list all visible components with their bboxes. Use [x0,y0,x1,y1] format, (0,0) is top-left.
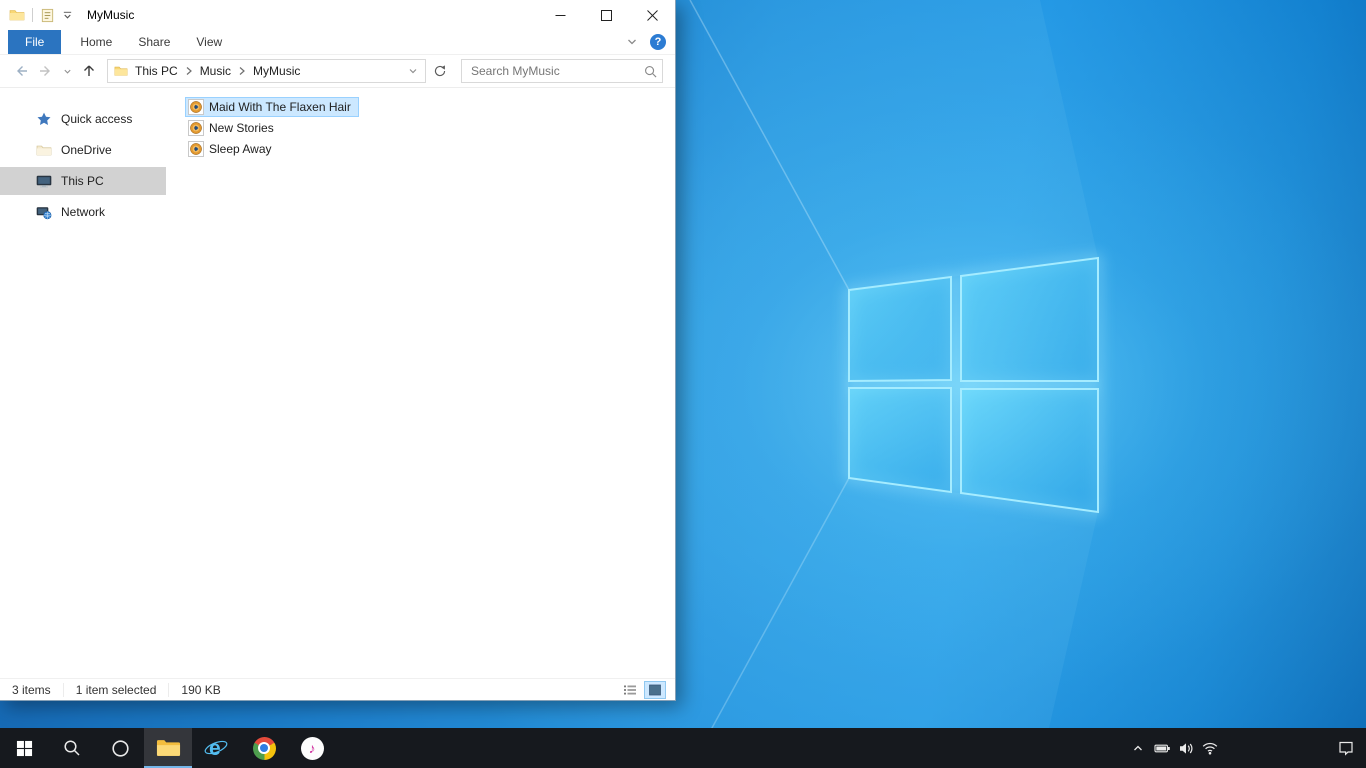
customize-quick-access-chevron-icon[interactable] [62,10,73,21]
ribbon-tab-strip: File Home Share View ? [0,30,675,55]
cortana-circle-icon [111,739,129,757]
window-title: MyMusic [87,8,135,22]
taskbar-search-button[interactable] [48,728,96,768]
quick-access-star-icon [36,111,52,127]
tray-spacer [1222,728,1334,768]
system-tray [1126,728,1366,768]
search-box [461,59,663,83]
sidebar-item-quick-access[interactable]: Quick access [0,105,166,133]
itunes-icon: ♪ [300,736,324,760]
sidebar-item-label: This PC [61,174,104,188]
battery-icon[interactable] [1150,728,1174,768]
file-item-maid-with-the-flaxen-hair[interactable]: Maid With The Flaxen Hair [185,96,675,117]
titlebar[interactable]: MyMusic [0,0,675,30]
explorer-window-icon [9,7,25,23]
search-icon[interactable] [638,65,662,78]
recent-locations-chevron-icon[interactable] [60,60,75,82]
file-name: Maid With The Flaxen Hair [209,99,351,114]
this-pc-icon [36,173,52,189]
sidebar-item-this-pc[interactable]: This PC [0,167,166,195]
forward-button[interactable] [35,60,57,82]
selection-size: 190 KB [168,682,232,697]
navigation-pane: Quick access OneDrive This PC Network [0,88,166,678]
file-name: Sleep Away [209,141,272,156]
tab-view[interactable]: View [183,30,235,54]
file-item-sleep-away[interactable]: Sleep Away [185,138,675,159]
file-explorer-window: MyMusic File Home Share View ? This PC M… [0,0,676,701]
properties-icon[interactable] [40,8,55,23]
tab-file[interactable]: File [8,30,62,54]
maximize-button[interactable] [583,0,629,30]
sidebar-item-label: Network [61,205,106,219]
cortana-button[interactable] [96,728,144,768]
search-input[interactable] [462,64,638,78]
windows-logo-icon [16,740,32,756]
caption-buttons [537,0,675,30]
breadcrumb-segment-mymusic[interactable]: MyMusic [248,64,305,78]
music-file-icon [188,140,204,157]
breadcrumb-chevron-icon [186,67,192,75]
address-bar[interactable]: This PC Music MyMusic [107,59,426,83]
wifi-icon[interactable] [1198,728,1222,768]
network-icon [36,204,52,220]
expand-ribbon-chevron-icon[interactable] [626,36,638,48]
sidebar-item-onedrive[interactable]: OneDrive [0,136,166,164]
window-body: Quick access OneDrive This PC Network Ma… [0,88,675,678]
svg-text:e: e [209,737,221,760]
toolbar-separator [32,8,33,22]
back-button[interactable] [10,60,32,82]
file-list[interactable]: Maid With The Flaxen Hair New Stories Sl… [166,88,675,678]
internet-explorer-button[interactable]: e [192,728,240,768]
address-dropdown-chevron-icon[interactable] [404,66,422,76]
music-file-icon [188,98,204,115]
chrome-icon [252,736,276,760]
breadcrumb-segment-music[interactable]: Music [195,64,236,78]
taskbar: e ♪ [0,728,1366,768]
status-bar: 3 items 1 item selected 190 KB [0,678,675,700]
address-folder-icon [114,64,128,78]
quick-access-toolbar [0,7,73,23]
itunes-button[interactable]: ♪ [288,728,336,768]
sidebar-item-network[interactable]: Network [0,198,166,226]
hidden-icons-chevron-icon[interactable] [1126,728,1150,768]
minimize-button[interactable] [537,0,583,30]
help-icon[interactable]: ? [650,34,666,50]
large-icons-view-button[interactable] [644,680,666,699]
action-center-icon[interactable] [1334,728,1358,768]
sidebar-item-label: OneDrive [61,143,112,157]
taskbar-file-explorer-button[interactable] [144,728,192,768]
up-button[interactable] [78,60,100,82]
refresh-icon[interactable] [429,60,451,82]
sidebar-item-label: Quick access [61,112,133,126]
file-item-new-stories[interactable]: New Stories [185,117,675,138]
item-count: 3 items [12,682,51,697]
tab-share[interactable]: Share [125,30,183,54]
breadcrumb-chevron-icon [239,67,245,75]
close-button[interactable] [629,0,675,30]
navigation-bar: This PC Music MyMusic [0,55,675,88]
file-name: New Stories [209,120,274,135]
search-icon [64,740,80,756]
breadcrumb-segment-this-pc[interactable]: This PC [130,64,183,78]
music-file-icon [188,119,204,136]
file-explorer-folder-icon [156,740,180,756]
chrome-button[interactable] [240,728,288,768]
start-button[interactable] [0,728,48,768]
details-view-button[interactable] [619,681,641,699]
volume-icon[interactable] [1174,728,1198,768]
tab-home[interactable]: Home [67,30,125,54]
onedrive-icon [36,142,52,158]
internet-explorer-icon: e [204,737,228,760]
selection-status: 1 item selected [62,682,169,697]
